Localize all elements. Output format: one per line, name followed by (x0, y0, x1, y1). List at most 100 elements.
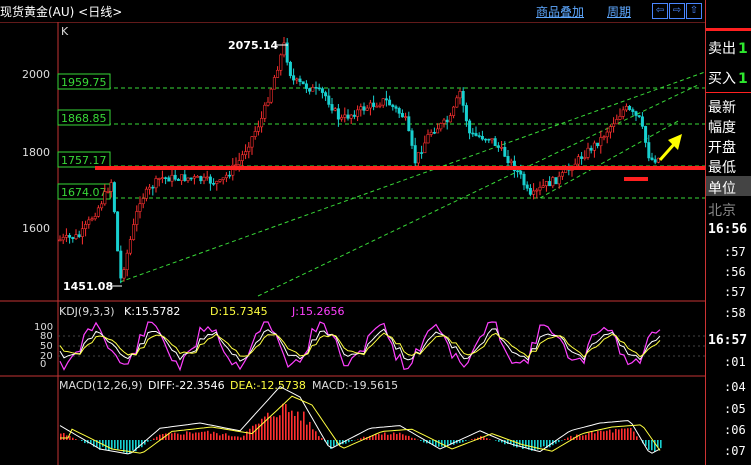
nav-left-button[interactable]: ⇦ (652, 3, 668, 19)
nav-right-button[interactable]: ⇨ (669, 3, 685, 19)
candle-body (490, 138, 494, 141)
candle-body (125, 252, 129, 270)
candle-body (234, 164, 238, 166)
macd-bar (630, 427, 632, 440)
macd-bar (279, 415, 281, 440)
candle-body (100, 203, 104, 209)
price-level-labels: 1959.75 1868.85 1757.17 1674.07 (57, 73, 111, 200)
macd-bar (420, 440, 422, 441)
candle-body (554, 177, 558, 185)
time-3: :57 (724, 285, 746, 299)
candle-body (605, 131, 609, 138)
candle-body (452, 106, 456, 116)
candle-body (400, 113, 404, 118)
macd-bar (384, 432, 386, 440)
macd-bar (486, 438, 488, 440)
macd-bar (594, 433, 596, 440)
nav-up-button[interactable]: ⇧ (686, 3, 702, 19)
macd-bar (564, 439, 566, 440)
candle-body (442, 119, 446, 124)
buy-row[interactable]: 买入 1 (708, 68, 748, 88)
candle-body (77, 234, 81, 237)
level-label-1959: 1959.75 (61, 76, 107, 89)
candle-body (327, 95, 331, 105)
kdj-j-value: J:15.2656 (291, 305, 344, 318)
candle-body (247, 146, 251, 152)
candle-body (628, 106, 632, 110)
candle-body (64, 235, 68, 238)
time-0: 16:56 (708, 222, 748, 237)
candle-body (279, 54, 283, 71)
macd-bar (234, 436, 236, 440)
macd-bar (603, 431, 605, 440)
unit-label[interactable]: 单位 (708, 178, 736, 198)
candle-body (612, 123, 616, 127)
macd-dea-value: DEA:-12.5738 (230, 379, 306, 392)
macd-bar (198, 432, 200, 440)
kdj-grid (58, 335, 705, 357)
macd-bar (132, 440, 134, 451)
candle-body (525, 184, 529, 189)
macd-bar (309, 421, 311, 440)
time-4: :58 (724, 306, 746, 320)
candle-body (496, 145, 500, 148)
macd-bar (72, 437, 74, 440)
period-link[interactable]: 周期 (607, 3, 631, 20)
y-tick-1600: 1600 (22, 222, 50, 235)
candle-body (429, 132, 433, 135)
macd-bar (519, 440, 521, 446)
candle-body (285, 42, 289, 63)
candle-body (295, 78, 299, 81)
candle-body (640, 116, 644, 127)
macd-bar (273, 416, 275, 440)
macd-bar (381, 434, 383, 440)
macd-bar (618, 429, 620, 440)
candle-body (269, 88, 273, 103)
macd-bar (153, 438, 155, 440)
macd-bar (270, 416, 272, 440)
macd-bar (648, 440, 650, 450)
macd-bar (285, 404, 287, 440)
candle-body (423, 142, 427, 154)
macd-bar (558, 440, 560, 443)
candle-body (212, 183, 216, 185)
macd-bar (615, 428, 617, 440)
candle-body (176, 178, 180, 181)
kdj-d-value: D:15.7345 (210, 305, 268, 318)
macd-bar (357, 439, 359, 440)
macd-bar (525, 440, 527, 448)
overlay-commodity-link[interactable]: 商品叠加 (536, 3, 584, 20)
buy-value: 1 (738, 71, 748, 87)
macd-bar (597, 431, 599, 440)
chart-corner-label: K (61, 25, 69, 38)
candle-body (618, 115, 622, 120)
macd-bar (645, 440, 647, 446)
candle-body (653, 159, 657, 163)
macd-bar (549, 440, 551, 448)
candle-body (84, 223, 88, 229)
macd-bar (201, 431, 203, 440)
macd-bar (624, 428, 626, 440)
candle-body (80, 228, 84, 237)
buy-label: 买入 (708, 71, 736, 87)
macd-bar (63, 433, 65, 440)
macd-bar (471, 439, 473, 440)
chart-canvas[interactable]: K 2000 1800 1600 1959.75 1868.85 1757.17… (0, 0, 705, 465)
candle-body (58, 239, 62, 242)
time-5: 16:57 (708, 333, 748, 348)
sell-row[interactable]: 卖出 1 (708, 38, 748, 58)
candle-body (368, 102, 372, 109)
candle-body (250, 136, 254, 148)
macd-bar (636, 436, 638, 440)
macd-bar (411, 437, 413, 440)
macd-bar (288, 412, 290, 440)
candle-body (608, 126, 612, 133)
candle-body (218, 179, 222, 182)
candle-body (484, 138, 488, 141)
macd-bar (255, 424, 257, 440)
macd-bar (408, 435, 410, 440)
candle-body (420, 152, 424, 154)
macd-bar (81, 440, 83, 441)
candle-body (320, 88, 324, 93)
candle-body (410, 130, 414, 146)
